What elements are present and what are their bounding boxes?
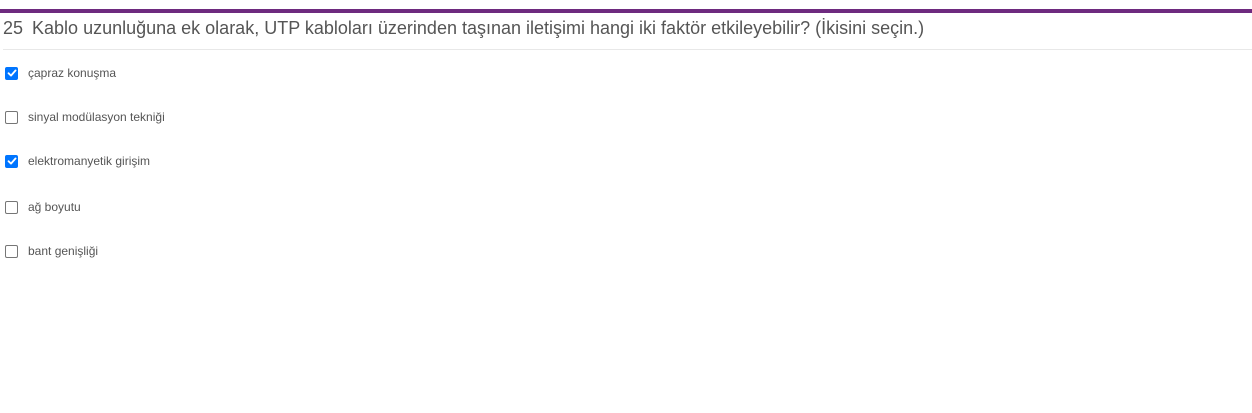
option-label: elektromanyetik girişim: [28, 154, 151, 168]
option-label: bant genişliği: [28, 244, 99, 258]
option-bant-genisligi[interactable]: bant genişliği: [5, 242, 98, 260]
option-label: sinyal modülasyon tekniği: [28, 110, 165, 124]
checkmark-icon: [7, 157, 16, 165]
checkbox[interactable]: [5, 200, 18, 214]
option-elektromanyetik-girisim[interactable]: elektromanyetik girişim: [5, 152, 150, 170]
question-number: 25: [3, 18, 24, 38]
option-capraz-konusma[interactable]: çapraz konuşma: [5, 64, 116, 82]
checkbox[interactable]: [5, 110, 18, 124]
option-ag-boyutu[interactable]: ağ boyutu: [5, 198, 81, 216]
question-text: Kablo uzunluğuna ek olarak, UTP kablolar…: [32, 18, 925, 38]
checkmark-icon: [7, 69, 16, 77]
option-label: çapraz konuşma: [28, 66, 117, 80]
checkbox[interactable]: [5, 154, 18, 168]
checkbox[interactable]: [5, 244, 18, 258]
option-label: ağ boyutu: [28, 200, 81, 214]
header-accent-bar: [0, 9, 1252, 13]
question-header: 25 Kablo uzunluğuna ek olarak, UTP kablol…: [3, 16, 1252, 50]
option-sinyal-modulasyon[interactable]: sinyal modülasyon tekniği: [5, 108, 165, 126]
checkbox[interactable]: [5, 66, 18, 80]
